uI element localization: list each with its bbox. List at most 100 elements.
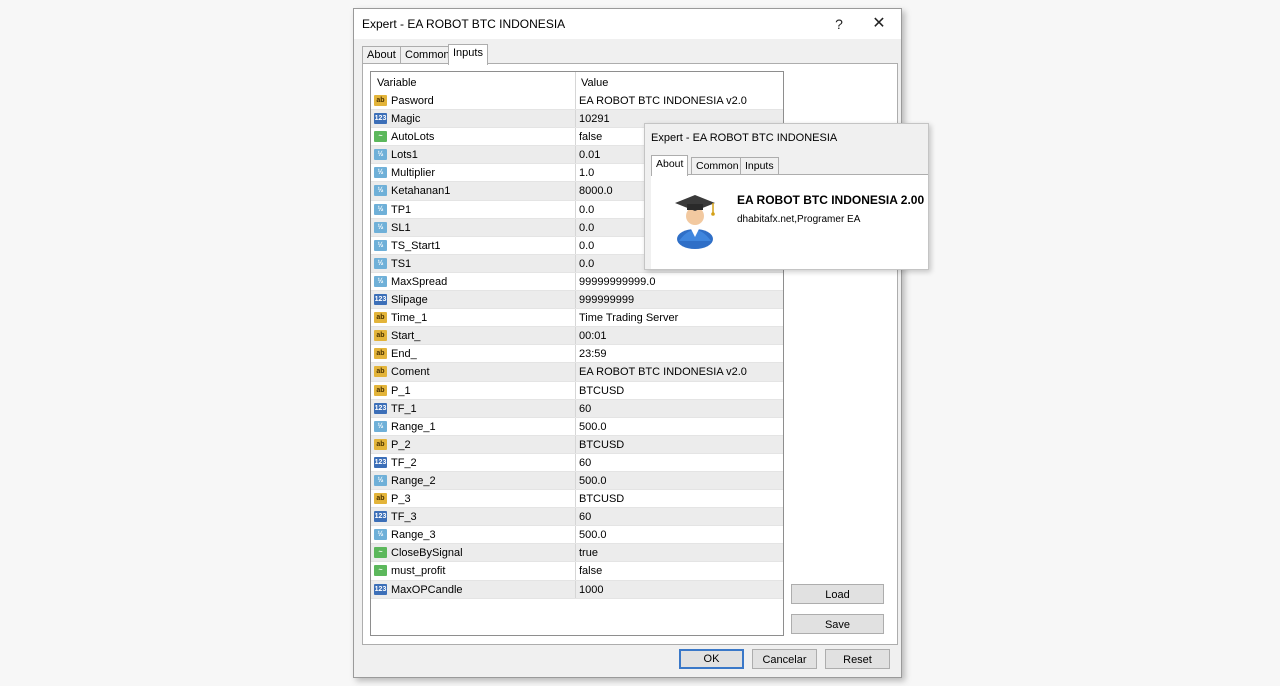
tab-common[interactable]: Common	[400, 46, 455, 64]
ea-name: EA ROBOT BTC INDONESIA 2.00	[737, 193, 925, 207]
tab-about[interactable]: About	[362, 46, 401, 64]
variable-name: Time_1	[391, 312, 428, 325]
variable-value[interactable]: 500.0	[579, 529, 607, 541]
about-tab-inputs[interactable]: Inputs	[740, 157, 779, 175]
double-type-icon: ½	[374, 474, 387, 486]
integer-type-icon: 123	[374, 402, 387, 414]
table-row[interactable]: ab P_2 BTCUSD	[371, 435, 783, 454]
variable-value[interactable]: 500.0	[579, 475, 607, 487]
variable-name: TP1	[391, 203, 412, 216]
table-row[interactable]: ab Start_ 00:01	[371, 327, 783, 346]
variable-value[interactable]: true	[579, 547, 598, 559]
double-type-icon: ½	[374, 185, 387, 197]
variable-value[interactable]: false	[579, 565, 602, 577]
double-type-icon: ½	[374, 167, 387, 179]
variable-value[interactable]: 0.01	[579, 149, 600, 161]
about-window-title: Expert - EA ROBOT BTC INDONESIA	[651, 132, 838, 144]
variable-value[interactable]: 0.0	[579, 204, 594, 216]
table-row[interactable]: ½ Range_1 500.0	[371, 417, 783, 436]
expert-dialog: Expert - EA ROBOT BTC INDONESIA ? ✕ Abou…	[353, 8, 902, 678]
variable-value[interactable]: BTCUSD	[579, 493, 624, 505]
variable-name: AutoLots	[391, 131, 435, 144]
variable-value[interactable]: false	[579, 131, 602, 143]
column-separator[interactable]	[575, 72, 576, 92]
table-row[interactable]: ab End_ 23:59	[371, 345, 783, 364]
variable-value[interactable]: BTCUSD	[579, 385, 624, 397]
variable-value[interactable]: 0.0	[579, 258, 594, 270]
column-header-variable[interactable]: Variable	[377, 77, 417, 89]
variable-name: Range_1	[391, 420, 436, 433]
cell-separator	[575, 490, 576, 508]
cell-separator	[575, 254, 576, 272]
variable-value[interactable]: 10291	[579, 113, 610, 125]
help-button[interactable]: ?	[824, 13, 854, 35]
string-type-icon: ab	[374, 330, 387, 342]
variable-value[interactable]: 1000	[579, 584, 603, 596]
load-button[interactable]: Load	[791, 584, 884, 604]
table-row[interactable]: 123 Slipage 999999999	[371, 291, 783, 310]
variable-value[interactable]: 60	[579, 511, 591, 523]
variable-value[interactable]: 60	[579, 403, 591, 415]
variable-name: CloseBySignal	[391, 547, 463, 560]
variable-value[interactable]: Time Trading Server	[579, 312, 678, 324]
variable-value[interactable]: 999999999	[579, 294, 634, 306]
cell-separator	[575, 128, 576, 146]
variable-value[interactable]: EA ROBOT BTC INDONESIA v2.0	[579, 95, 747, 107]
variable-value[interactable]: BTCUSD	[579, 439, 624, 451]
about-dialog: Expert - EA ROBOT BTC INDONESIA About Co…	[644, 123, 929, 270]
cancel-button[interactable]: Cancelar	[752, 649, 817, 669]
variable-value[interactable]: 0.0	[579, 240, 594, 252]
variable-name: P_1	[391, 384, 411, 397]
cell-separator	[575, 327, 576, 345]
table-row[interactable]: ab Time_1 Time Trading Server	[371, 309, 783, 328]
bool-type-icon: ~	[374, 565, 387, 577]
ok-button[interactable]: OK	[679, 649, 744, 669]
grid-header: Variable Value	[371, 72, 783, 92]
bool-type-icon: ~	[374, 131, 387, 143]
variable-value[interactable]: EA ROBOT BTC INDONESIA v2.0	[579, 366, 747, 378]
cell-separator	[575, 309, 576, 327]
table-row[interactable]: 123 MaxOPCandle 1000	[371, 580, 783, 599]
variable-name: Range_3	[391, 529, 436, 542]
cell-separator	[575, 417, 576, 435]
table-row[interactable]: ~ must_profit false	[371, 562, 783, 581]
variable-value[interactable]: 23:59	[579, 348, 607, 360]
variable-name: Slipage	[391, 294, 428, 307]
table-row[interactable]: ab Coment EA ROBOT BTC INDONESIA v2.0	[371, 363, 783, 382]
about-tab-common[interactable]: Common	[691, 157, 744, 175]
table-row[interactable]: ab P_3 BTCUSD	[371, 490, 783, 509]
graduate-user-icon	[675, 195, 715, 249]
variable-name: Magic	[391, 113, 421, 126]
cell-separator	[575, 562, 576, 580]
column-header-value[interactable]: Value	[581, 77, 608, 89]
variable-value[interactable]: 00:01	[579, 330, 607, 342]
variable-value[interactable]: 500.0	[579, 421, 607, 433]
table-row[interactable]: ½ MaxSpread 99999999999.0	[371, 272, 783, 292]
variable-value[interactable]: 1.0	[579, 167, 594, 179]
cell-separator	[575, 508, 576, 526]
table-row[interactable]: ~ CloseBySignal true	[371, 544, 783, 563]
table-row[interactable]: 123 TF_2 60	[371, 453, 783, 472]
variable-value[interactable]: 99999999999.0	[579, 276, 655, 288]
close-button[interactable]: ✕	[864, 13, 894, 35]
string-type-icon: ab	[374, 95, 387, 106]
variable-value[interactable]: 60	[579, 457, 591, 469]
reset-button[interactable]: Reset	[825, 649, 890, 669]
variable-value[interactable]: 8000.0	[579, 185, 613, 197]
table-row[interactable]: ½ Range_2 500.0	[371, 471, 783, 491]
double-type-icon: ½	[374, 275, 387, 287]
table-row[interactable]: 123 TF_1 60	[371, 399, 783, 418]
table-row[interactable]: ½ Range_3 500.0	[371, 526, 783, 545]
save-button[interactable]: Save	[791, 614, 884, 634]
table-row[interactable]: ab P_1 BTCUSD	[371, 381, 783, 400]
cell-separator	[575, 236, 576, 254]
table-row[interactable]: 123 TF_3 60	[371, 508, 783, 527]
about-tab-about[interactable]: About	[651, 155, 689, 176]
variable-name: Multiplier	[391, 167, 436, 180]
variable-value[interactable]: 0.0	[579, 222, 594, 234]
variable-name: Lots1	[391, 149, 418, 162]
cell-separator	[575, 580, 576, 598]
variable-name: Pasword	[391, 95, 434, 107]
table-row[interactable]: ab Pasword EA ROBOT BTC INDONESIA v2.0	[371, 92, 783, 111]
tab-inputs[interactable]: Inputs	[448, 44, 488, 65]
